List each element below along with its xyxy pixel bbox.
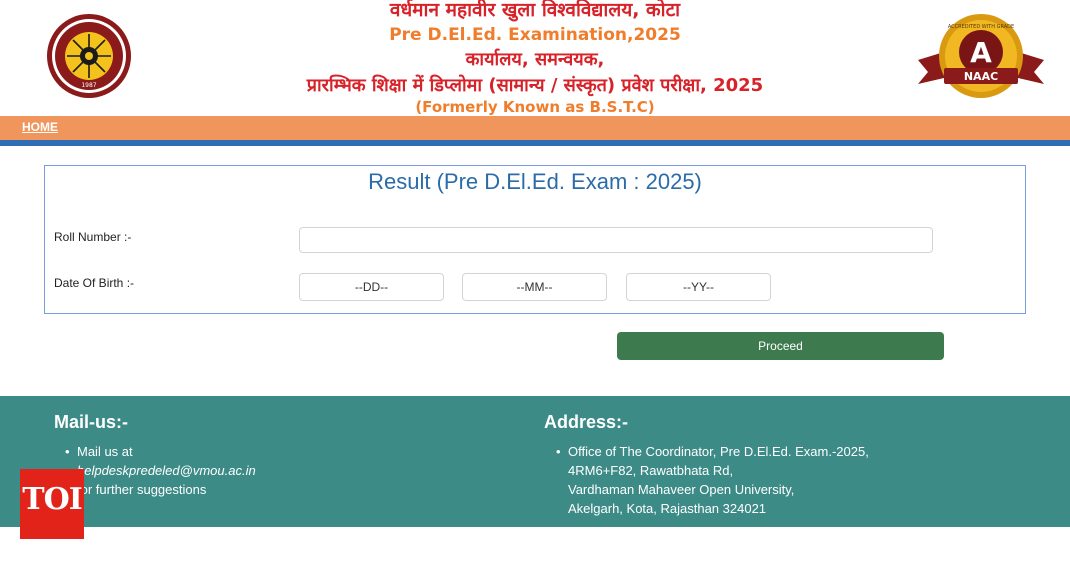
site-header: 1987 वर्धमान महावीर खुला विश्वविद्यालय, … [0, 0, 1070, 116]
university-name-hindi: वर्धमान महावीर खुला विश्वविद्यालय, कोटा [389, 0, 681, 21]
toi-watermark-logo: TOI [20, 469, 84, 539]
formerly-known-as: (Formerly Known as B.S.T.C) [415, 98, 655, 116]
naac-label: NAAC [964, 70, 998, 83]
address-line: 4RM6+F82, Rawatbhata Rd, [568, 463, 734, 478]
address-line: Akelgarh, Kota, Rajasthan 324021 [568, 501, 767, 516]
mail-section: • Mail us at helpdeskpredeled@vmou.ac.in… [65, 442, 256, 499]
exam-name: Pre D.El.Ed. Examination,2025 [389, 25, 681, 45]
bullet-icon: • [556, 444, 561, 459]
home-link[interactable]: HOME [22, 120, 58, 134]
navbar: HOME [0, 116, 1070, 140]
dob-label: Date Of Birth :- [54, 276, 135, 290]
office-line-hindi: कार्यालय, समन्वयक, [465, 49, 605, 70]
proceed-button[interactable]: Proceed [617, 332, 944, 360]
address-line: Office of The Coordinator, Pre D.El.Ed. … [568, 444, 869, 459]
exam-title-hindi: प्रारम्भिक शिक्षा में डिप्लोमा (सामान्य … [306, 75, 764, 96]
bullet-icon: • [65, 444, 70, 459]
dob-year-select[interactable]: --YY-- [626, 273, 771, 301]
nav-divider [0, 140, 1070, 146]
naac-grade: A [970, 36, 992, 69]
mail-heading: Mail-us:- [54, 412, 128, 432]
address-line: Vardhaman Mahaveer Open University, [568, 482, 795, 497]
naac-badge: ACCREDITED WITH GRADE A NAAC [914, 12, 1048, 100]
result-form: Result (Pre D.El.Ed. Exam : 2025) Roll N… [44, 165, 1026, 314]
mail-suggestions-line: for further suggestions [77, 482, 207, 497]
form-title: Result (Pre D.El.Ed. Exam : 2025) [368, 169, 702, 194]
address-heading: Address:- [544, 412, 629, 432]
dob-month-select[interactable]: --MM-- [462, 273, 607, 301]
roll-number-input[interactable] [299, 227, 933, 253]
roll-number-label: Roll Number :- [54, 230, 132, 244]
mail-email-link[interactable]: helpdeskpredeled@vmou.ac.in [77, 461, 256, 480]
address-section: • Office of The Coordinator, Pre D.El.Ed… [556, 442, 869, 518]
dob-day-select[interactable]: --DD-- [299, 273, 444, 301]
footer: Mail-us:- • Mail us at helpdeskpredeled@… [0, 396, 1070, 527]
mail-line: Mail us at [77, 444, 133, 459]
naac-top-text: ACCREDITED WITH GRADE [948, 24, 1014, 30]
